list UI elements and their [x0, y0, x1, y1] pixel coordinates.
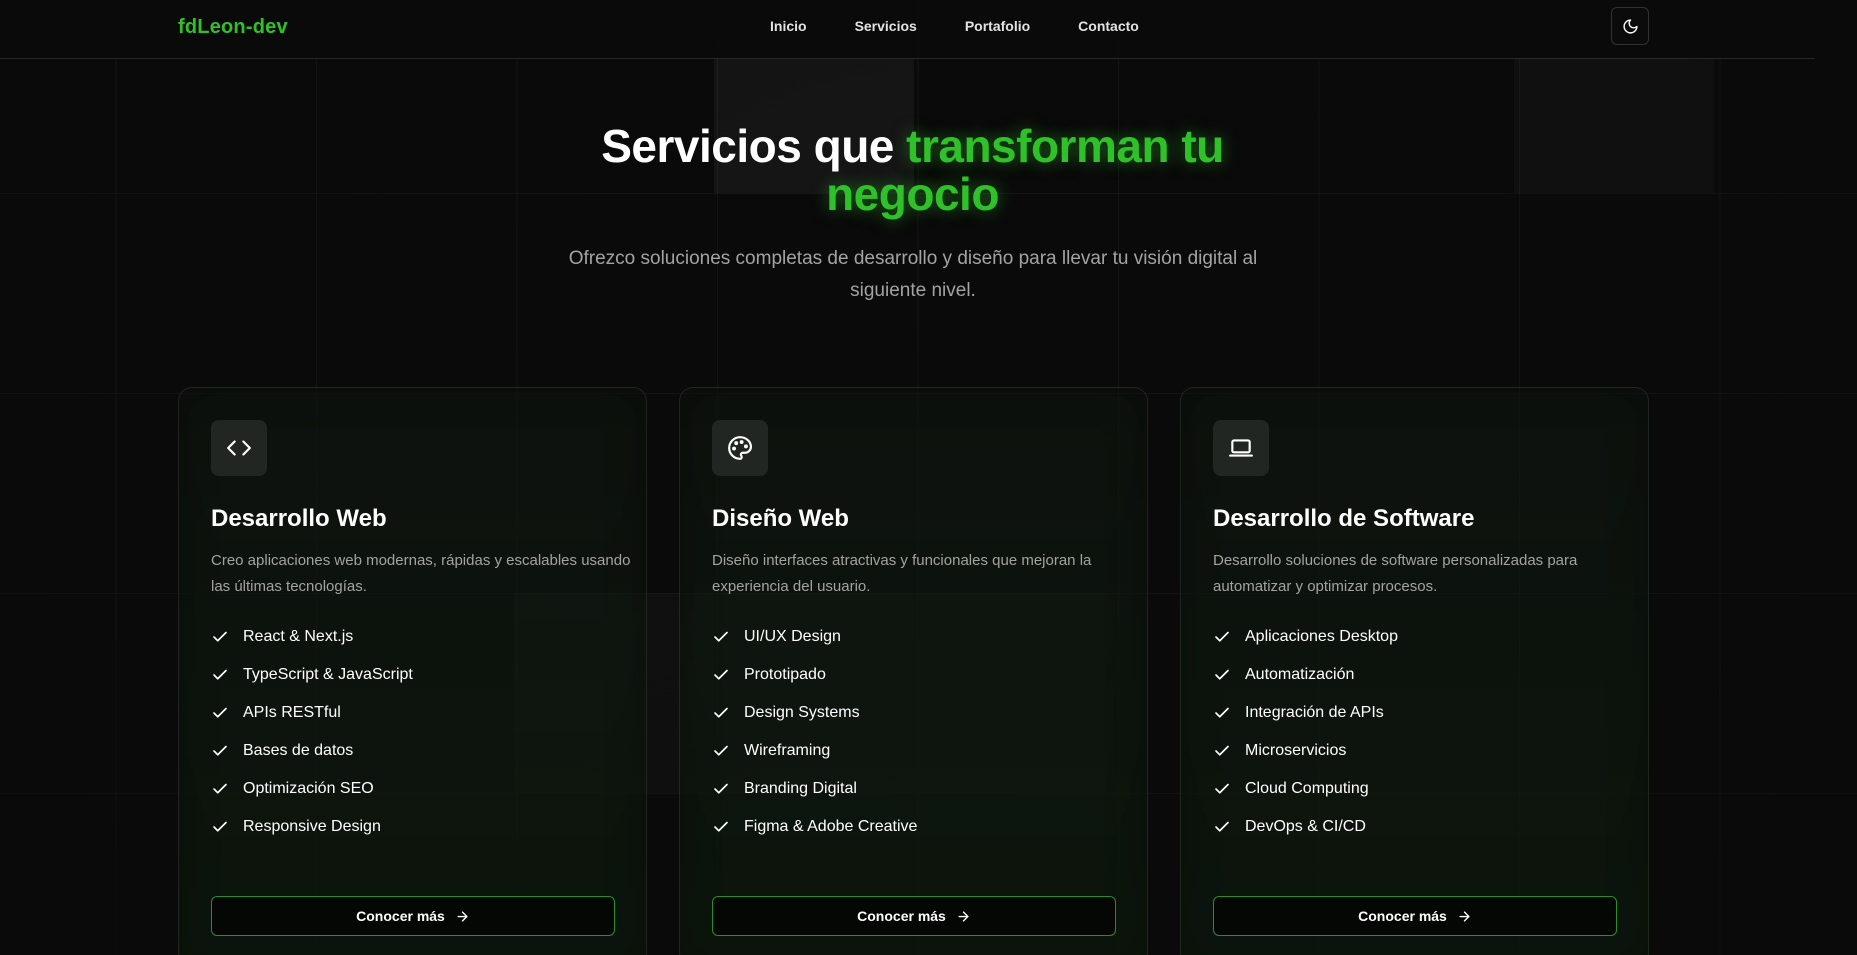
- check-icon: [712, 664, 730, 686]
- learn-more-button[interactable]: Conocer más: [712, 896, 1116, 936]
- feature-item: Figma & Adobe Creative: [712, 816, 917, 854]
- feature-item: Optimización SEO: [211, 778, 413, 816]
- feature-item: Responsive Design: [211, 816, 413, 854]
- section-subtitle: Ofrezco soluciones completas de desarrol…: [568, 248, 1258, 301]
- code-icon: [227, 440, 251, 456]
- feature-label: APIs RESTful: [243, 704, 341, 721]
- arrow-right-icon: [958, 910, 969, 922]
- feature-label: Figma & Adobe Creative: [744, 818, 918, 835]
- feature-label: Prototipado: [744, 666, 826, 683]
- service-card-desarrollo-software: Desarrollo de Software Desarrollo soluci…: [1180, 387, 1649, 955]
- nav-link-contacto[interactable]: Contacto: [1054, 18, 1163, 34]
- feature-label: Design Systems: [744, 704, 860, 721]
- service-description: Diseño interfaces atractivas y funcional…: [712, 552, 1092, 595]
- check-icon: [1213, 702, 1231, 724]
- service-icon-box: [1213, 420, 1269, 476]
- feature-item: Automatización: [1213, 664, 1398, 702]
- check-icon: [712, 740, 730, 762]
- nav-link-portafolio[interactable]: Portafolio: [941, 18, 1054, 34]
- feature-label: UI/UX Design: [744, 628, 841, 645]
- feature-item: Wireframing: [712, 740, 917, 778]
- arrow-right-icon: [457, 910, 468, 922]
- theme-toggle-button[interactable]: [1611, 7, 1649, 45]
- feature-item: Microservicios: [1213, 740, 1398, 778]
- feature-label: React & Next.js: [243, 628, 354, 645]
- check-icon: [211, 626, 229, 648]
- learn-more-label: Conocer más: [1358, 908, 1447, 924]
- feature-label: Aplicaciones Desktop: [1245, 628, 1398, 645]
- service-title: Desarrollo de Software: [1213, 505, 1475, 532]
- section-title-accent-line2: negocio: [826, 168, 999, 220]
- feature-item: Integración de APIs: [1213, 702, 1398, 740]
- service-icon-box: [712, 420, 768, 476]
- feature-item: TypeScript & JavaScript: [211, 664, 413, 702]
- feature-item: DevOps & CI/CD: [1213, 816, 1398, 854]
- learn-more-button[interactable]: Conocer más: [211, 896, 615, 936]
- nav-link-inicio[interactable]: Inicio: [770, 18, 831, 34]
- feature-label: Integración de APIs: [1245, 704, 1384, 721]
- service-title: Diseño Web: [712, 505, 849, 532]
- feature-label: Branding Digital: [744, 780, 857, 797]
- check-icon: [211, 702, 229, 724]
- check-icon: [1213, 664, 1231, 686]
- feature-label: Wireframing: [744, 742, 831, 759]
- site-header: fdLeon-dev Inicio Servicios Portafolio C…: [0, 0, 1815, 59]
- check-icon: [712, 778, 730, 800]
- section-title: Servicios que transforman tu negocio: [560, 122, 1265, 218]
- feature-item: Prototipado: [712, 664, 917, 702]
- check-icon: [712, 816, 730, 838]
- check-icon: [1213, 740, 1231, 762]
- learn-more-label: Conocer más: [356, 908, 445, 924]
- feature-list: Aplicaciones Desktop Automatización Inte…: [1213, 626, 1398, 854]
- service-description: Creo aplicaciones web modernas, rápidas …: [211, 552, 631, 595]
- laptop-icon: [1229, 439, 1253, 457]
- service-icon-box: [211, 420, 267, 476]
- service-card-desarrollo-web: Desarrollo Web Creo aplicaciones web mod…: [178, 387, 647, 955]
- service-card-diseno-web: Diseño Web Diseño interfaces atractivas …: [679, 387, 1148, 955]
- check-icon: [1213, 626, 1231, 648]
- palette-icon: [728, 436, 753, 460]
- feature-label: Automatización: [1245, 666, 1355, 683]
- background-tile: [1514, 59, 1714, 193]
- check-icon: [211, 778, 229, 800]
- feature-label: Microservicios: [1245, 742, 1347, 759]
- feature-item: Branding Digital: [712, 778, 917, 816]
- feature-item: Bases de datos: [211, 740, 413, 778]
- section-title-accent: transforman tu: [906, 120, 1224, 172]
- section-title-plain: Servicios que: [601, 120, 907, 172]
- feature-list: React & Next.js TypeScript & JavaScript …: [211, 626, 413, 854]
- feature-item: UI/UX Design: [712, 626, 917, 664]
- feature-list: UI/UX Design Prototipado Design Systems …: [712, 626, 917, 854]
- feature-label: Cloud Computing: [1245, 780, 1369, 797]
- feature-label: Responsive Design: [243, 818, 381, 835]
- feature-item: Aplicaciones Desktop: [1213, 626, 1398, 664]
- feature-item: Design Systems: [712, 702, 917, 740]
- service-description: Desarrollo soluciones de software person…: [1213, 552, 1578, 595]
- check-icon: [211, 664, 229, 686]
- feature-item: React & Next.js: [211, 626, 413, 664]
- check-icon: [1213, 778, 1231, 800]
- arrow-right-icon: [1459, 910, 1470, 922]
- check-icon: [1213, 816, 1231, 838]
- brand-logo[interactable]: fdLeon-dev: [178, 16, 288, 39]
- check-icon: [211, 816, 229, 838]
- service-title: Desarrollo Web: [211, 505, 387, 532]
- feature-item: APIs RESTful: [211, 702, 413, 740]
- moon-icon: [1622, 18, 1638, 34]
- check-icon: [712, 626, 730, 648]
- feature-label: Optimización SEO: [243, 780, 374, 797]
- learn-more-label: Conocer más: [857, 908, 946, 924]
- learn-more-button[interactable]: Conocer más: [1213, 896, 1617, 936]
- main-nav: Inicio Servicios Portafolio Contacto: [770, 18, 1163, 34]
- check-icon: [211, 740, 229, 762]
- feature-label: DevOps & CI/CD: [1245, 818, 1366, 835]
- nav-link-servicios[interactable]: Servicios: [831, 18, 941, 34]
- feature-item: Cloud Computing: [1213, 778, 1398, 816]
- feature-label: TypeScript & JavaScript: [243, 666, 413, 683]
- check-icon: [712, 702, 730, 724]
- feature-label: Bases de datos: [243, 742, 354, 759]
